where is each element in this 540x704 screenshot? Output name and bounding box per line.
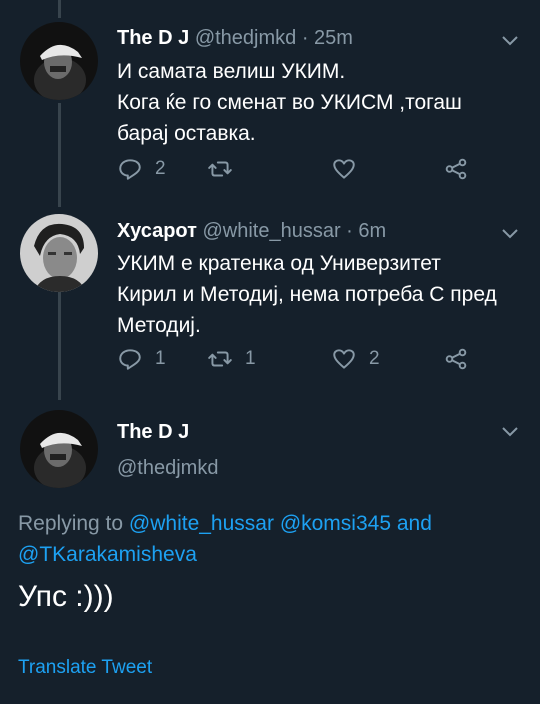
handle-and-time: @thedjmkd · 25m	[194, 27, 353, 49]
reply-icon	[119, 349, 141, 370]
share-button[interactable]	[443, 156, 469, 182]
heart-icon	[333, 349, 355, 369]
retweet-icon	[208, 351, 232, 367]
tweet-header: The D J @thedjmkd · 25m	[117, 27, 353, 50]
handle[interactable]: @thedjmkd	[117, 457, 218, 480]
reply-count: 2	[155, 158, 166, 179]
retweet-button[interactable]: 1	[207, 346, 256, 372]
like-button[interactable]	[331, 156, 369, 182]
like-count: 2	[369, 348, 380, 369]
and-others-link[interactable]: and	[391, 512, 432, 535]
chevron-down-icon[interactable]	[500, 425, 520, 439]
tweet-line: Методиј.	[117, 314, 201, 337]
reply-button[interactable]: 2	[117, 156, 166, 182]
mention-link[interactable]: @TKarakamisheva	[18, 543, 197, 566]
mention-link[interactable]: @komsi345	[280, 512, 391, 535]
replying-to-prefix: Replying to	[18, 512, 129, 535]
share-button[interactable]	[443, 346, 469, 372]
display-name[interactable]: The D J	[117, 421, 189, 444]
handle-and-time: @white_hussar · 6m	[202, 220, 387, 242]
tweet-line: Кирил и Методиј, нема потреба С пред	[117, 283, 497, 306]
tweet-text: УКИМ е кратенка од Универзитет Кирил и М…	[117, 248, 522, 341]
tweet-1[interactable]: The D J @thedjmkd · 25m И самата велиш У…	[0, 0, 540, 200]
avatar[interactable]	[20, 214, 98, 292]
translate-tweet-link[interactable]: Translate Tweet	[18, 657, 152, 679]
mention-link[interactable]: @white_hussar	[129, 512, 274, 535]
display-name[interactable]: Хусарот	[117, 220, 197, 242]
tweet-2[interactable]: Хусарот @white_hussar · 6m УКИМ е кратен…	[0, 200, 540, 395]
tweet-actions: 2	[117, 156, 500, 186]
tweet-line: УКИМ е кратенка од Универзитет	[117, 252, 441, 275]
replying-to: Replying to @white_hussar @komsi345 and …	[18, 508, 432, 570]
reply-count: 1	[155, 348, 166, 369]
chevron-down-icon[interactable]	[500, 34, 520, 48]
tweet-actions: 1 1 2	[117, 346, 500, 376]
main-tweet-text: Упс :)))	[18, 580, 114, 613]
share-icon	[445, 348, 467, 370]
tweet-header: Хусарот @white_hussar · 6m	[117, 220, 386, 243]
retweet-button[interactable]	[207, 156, 245, 182]
retweet-icon	[208, 161, 232, 177]
share-icon	[445, 158, 467, 180]
reply-button[interactable]: 1	[117, 346, 166, 372]
avatar[interactable]	[20, 22, 98, 100]
tweet-line: Кога ќе го сменат во УКИСМ ,тогаш	[117, 91, 462, 114]
chevron-down-icon[interactable]	[500, 227, 520, 241]
avatar[interactable]	[20, 410, 98, 488]
reply-icon	[119, 159, 141, 180]
tweet-line: барај оставка.	[117, 122, 256, 145]
like-button[interactable]: 2	[331, 346, 380, 372]
retweet-count: 1	[245, 348, 256, 369]
heart-icon	[333, 159, 355, 179]
tweet-text: И самата велиш УКИМ. Кога ќе го сменат в…	[117, 56, 522, 149]
tweet-line: И самата велиш УКИМ.	[117, 60, 346, 83]
display-name[interactable]: The D J	[117, 27, 189, 49]
